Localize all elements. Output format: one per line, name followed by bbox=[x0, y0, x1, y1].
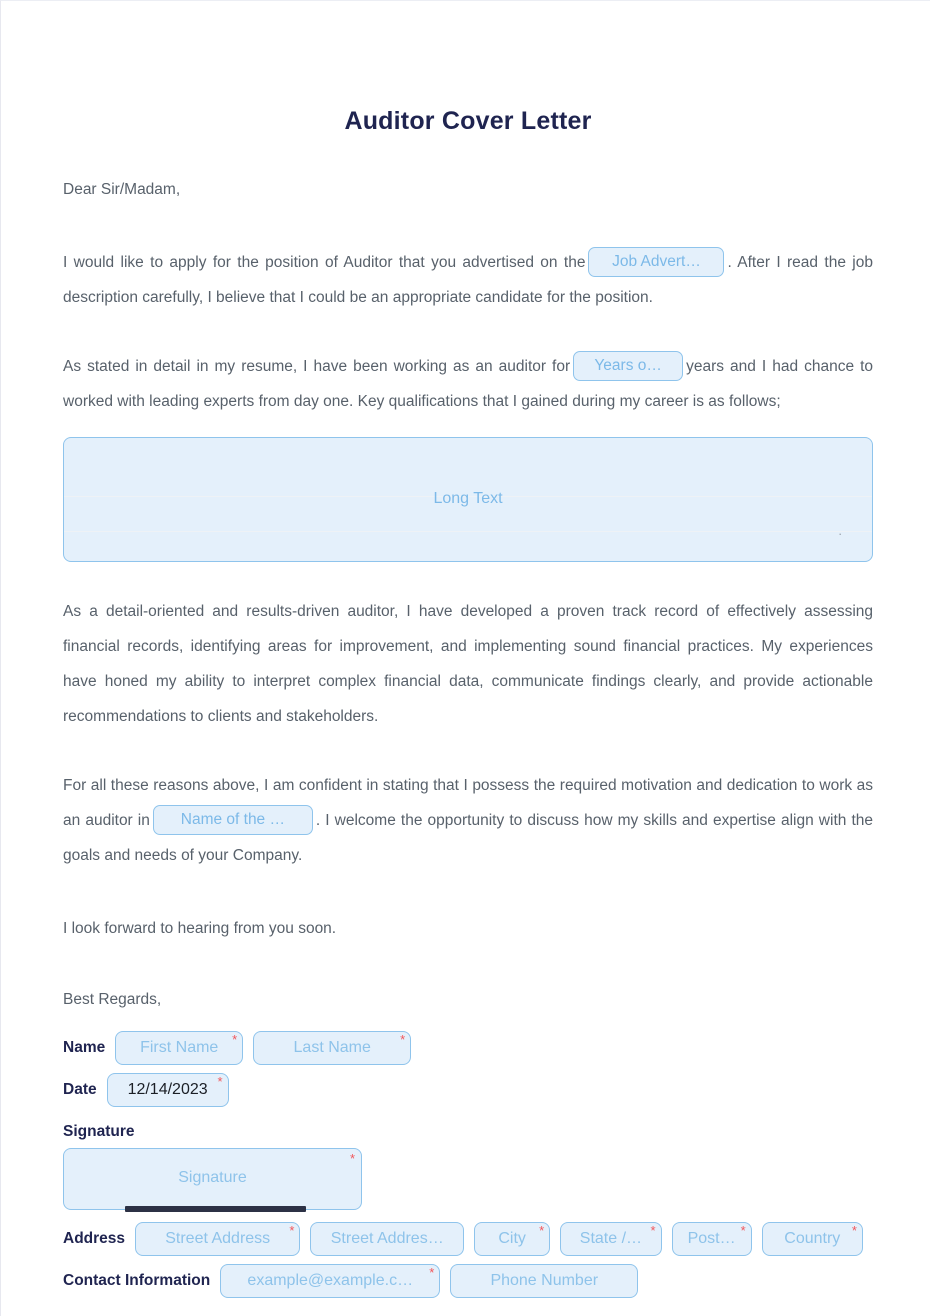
street-address-placeholder: Street Address bbox=[165, 1230, 271, 1247]
paragraph-2: As stated in detail in my resume, I have… bbox=[63, 349, 873, 419]
document-sheet: Auditor Cover Letter Dear Sir/Madam, I w… bbox=[63, 1, 873, 1298]
long-text-input[interactable]: Long Text . bbox=[63, 437, 873, 562]
required-asterisk: * bbox=[539, 1223, 545, 1238]
long-text-resize-handle[interactable]: . bbox=[838, 523, 842, 538]
signature-label: Signature bbox=[63, 1123, 135, 1140]
signature-baseline bbox=[125, 1206, 306, 1212]
date-row: Date 12/14/2023 * bbox=[63, 1073, 873, 1107]
street-address-line2-input[interactable]: Street Addres… bbox=[310, 1222, 465, 1256]
state-placeholder: State /… bbox=[579, 1230, 643, 1247]
paragraph-2-text-before: As stated in detail in my resume, I have… bbox=[63, 358, 571, 375]
paragraph-1: I would like to apply for the position o… bbox=[63, 245, 873, 315]
required-asterisk: * bbox=[349, 1151, 355, 1166]
closing-text: Best Regards, bbox=[63, 991, 162, 1008]
required-asterisk: * bbox=[851, 1223, 857, 1238]
years-of-experience-input[interactable]: Years o… bbox=[573, 350, 684, 381]
paragraph-5: I look forward to hearing from you soon. bbox=[63, 920, 337, 937]
date-label: Date bbox=[63, 1081, 97, 1098]
page-title: Auditor Cover Letter bbox=[344, 107, 592, 135]
city-input[interactable]: City * bbox=[474, 1222, 551, 1256]
phone-number-input[interactable]: Phone Number bbox=[450, 1264, 639, 1298]
paragraph-3: As a detail-oriented and results-driven … bbox=[63, 603, 873, 725]
signature-input[interactable]: Signature * bbox=[63, 1148, 362, 1212]
long-text-rule bbox=[64, 531, 872, 532]
paragraph-1-text-before: I would like to apply for the position o… bbox=[63, 254, 586, 271]
date-value: 12/14/2023 bbox=[127, 1081, 208, 1098]
required-asterisk: * bbox=[740, 1223, 746, 1238]
address-row: Address Street Address * Street Addres… … bbox=[63, 1222, 873, 1256]
form-section: Name First Name * Last Name * Date 12/14… bbox=[63, 1031, 873, 1298]
required-asterisk: * bbox=[400, 1032, 406, 1047]
job-advert-input[interactable]: Job Advert… bbox=[588, 246, 725, 277]
long-text-placeholder: Long Text bbox=[433, 490, 503, 507]
postal-code-input[interactable]: Post… * bbox=[671, 1222, 752, 1256]
city-placeholder: City bbox=[498, 1230, 526, 1247]
salutation-text: Dear Sir/Madam, bbox=[63, 181, 181, 198]
required-asterisk: * bbox=[289, 1223, 295, 1238]
signature-placeholder: Signature bbox=[178, 1169, 247, 1186]
address-label: Address bbox=[63, 1230, 126, 1247]
paragraph-4: For all these reasons above, I am confid… bbox=[63, 768, 873, 873]
email-input[interactable]: example@example.c… * bbox=[220, 1264, 441, 1298]
name-row: Name First Name * Last Name * bbox=[63, 1031, 873, 1065]
required-asterisk: * bbox=[429, 1265, 435, 1280]
name-label: Name bbox=[63, 1039, 106, 1056]
phone-number-placeholder: Phone Number bbox=[490, 1272, 599, 1289]
street-address-line2-placeholder: Street Addres… bbox=[330, 1230, 444, 1247]
state-input[interactable]: State /… * bbox=[560, 1222, 662, 1256]
required-asterisk: * bbox=[232, 1032, 238, 1047]
date-input[interactable]: 12/14/2023 * bbox=[106, 1073, 229, 1107]
email-placeholder: example@example.c… bbox=[247, 1272, 414, 1289]
document-page: Auditor Cover Letter Dear Sir/Madam, I w… bbox=[0, 0, 930, 1316]
contact-information-label: Contact Information bbox=[63, 1272, 211, 1289]
first-name-placeholder: First Name bbox=[140, 1039, 219, 1056]
street-address-input[interactable]: Street Address * bbox=[135, 1222, 301, 1256]
postal-code-placeholder: Post… bbox=[687, 1230, 736, 1247]
last-name-placeholder: Last Name bbox=[293, 1039, 371, 1056]
required-asterisk: * bbox=[217, 1074, 223, 1089]
first-name-input[interactable]: First Name * bbox=[115, 1031, 244, 1065]
company-name-input[interactable]: Name of the … bbox=[152, 804, 313, 835]
last-name-input[interactable]: Last Name * bbox=[253, 1031, 412, 1065]
country-input[interactable]: Country * bbox=[761, 1222, 863, 1256]
required-asterisk: * bbox=[650, 1223, 656, 1238]
country-placeholder: Country bbox=[784, 1230, 841, 1247]
contact-information-row: Contact Information example@example.c… *… bbox=[63, 1264, 873, 1298]
